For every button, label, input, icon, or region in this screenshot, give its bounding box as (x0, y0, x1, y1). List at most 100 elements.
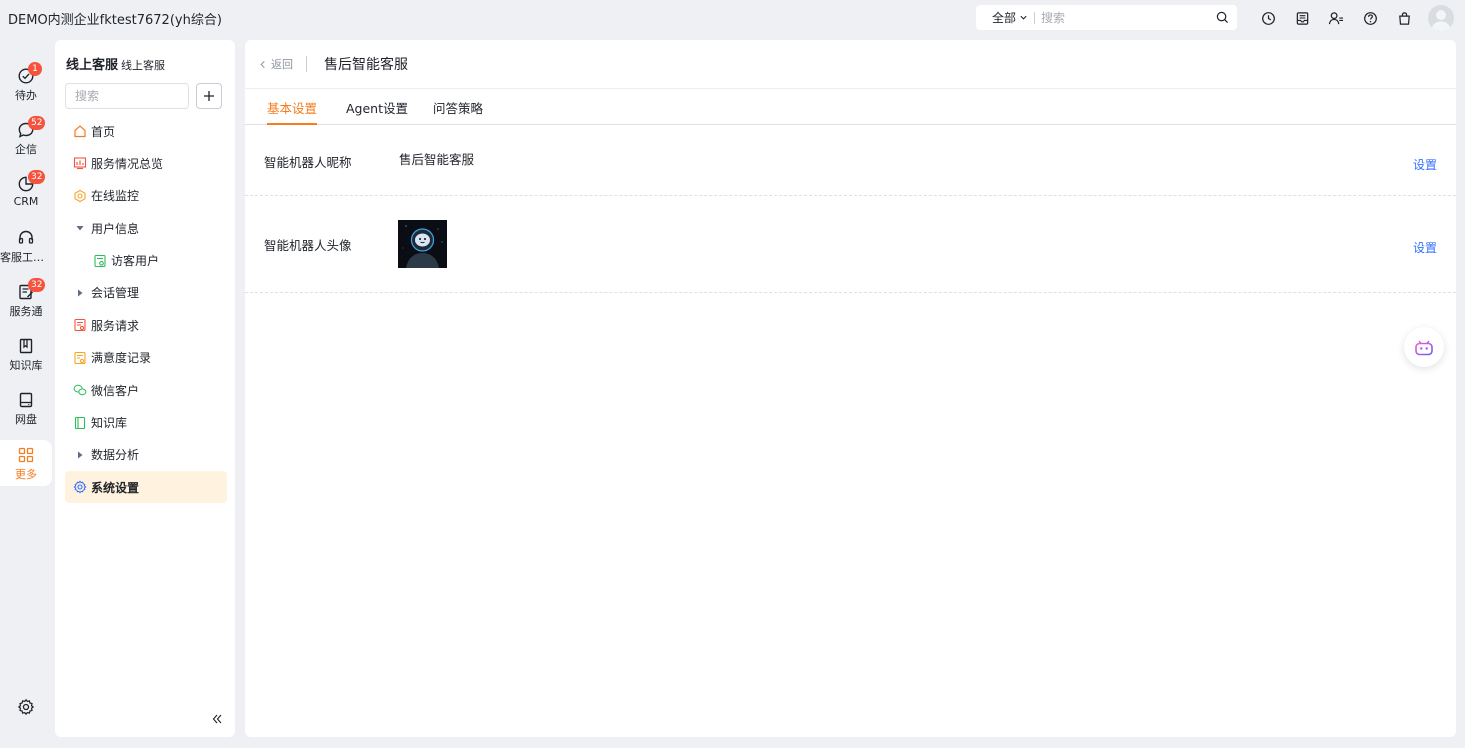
user-avatar[interactable] (1428, 5, 1454, 31)
wechat-icon (73, 383, 87, 397)
sidebar-item-overview[interactable]: 服务情况总览 (65, 147, 227, 179)
sidebar-item-monitor[interactable]: 在线监控 (65, 180, 227, 212)
rail-item-more[interactable]: 更多 (0, 440, 52, 486)
sidebar-item-label: 服务请求 (91, 318, 140, 333)
setting-row-nickname: 智能机器人昵称 售后智能客服 设置 (245, 126, 1456, 196)
request-icon (73, 318, 87, 332)
module-sidebar: 线上客服 线上客服 搜索 首页 服务情况总览 在线监控 用户信息 访客用户 会话管… (55, 40, 235, 737)
gear-icon (73, 480, 87, 494)
search-scope-select[interactable]: 全部 (976, 9, 1028, 26)
sidebar-item-label: 满意度记录 (91, 351, 152, 366)
tab-qa-strategy[interactable]: 问答策略 (433, 98, 483, 125)
ai-assistant-button[interactable] (1404, 327, 1444, 367)
rail-item-message[interactable]: 企信 52 (0, 113, 52, 165)
sidebar-item-label: 服务情况总览 (91, 156, 164, 171)
sidebar-item-label: 访客用户 (111, 254, 160, 269)
rail-item-crm[interactable]: CRM 32 (0, 167, 52, 219)
set-nickname-link[interactable]: 设置 (1413, 156, 1437, 173)
back-button[interactable]: 返回 (259, 56, 293, 72)
sidebar-item-label: 会话管理 (91, 286, 140, 301)
rail-label: 客服工作台 (0, 251, 52, 264)
sidebar-item-user-info[interactable]: 用户信息 (65, 212, 227, 244)
search-input[interactable]: 搜索 (1041, 9, 1237, 26)
rail-item-service-desk[interactable]: 客服工作台 (0, 221, 52, 273)
robot-avatar-image (398, 220, 447, 268)
sidebar-item-label: 知识库 (91, 416, 128, 431)
chevron-down-icon (1019, 11, 1028, 25)
sidebar-item-home[interactable]: 首页 (65, 115, 227, 147)
tab-agent-settings[interactable]: Agent设置 (346, 98, 408, 125)
header-divider (306, 56, 307, 72)
add-button[interactable] (196, 83, 222, 109)
sidebar-title: 线上客服 线上客服 (66, 54, 165, 73)
help-icon[interactable] (1360, 8, 1380, 28)
plus-icon (204, 91, 214, 101)
caret-right-icon (73, 286, 87, 300)
rail-label: CRM (13, 195, 39, 208)
rail-label: 网盘 (15, 413, 37, 426)
notification-badge: 1 (28, 62, 42, 76)
caret-down-icon (73, 221, 87, 235)
sidebar-item-wechat[interactable]: 微信客户 (65, 374, 227, 406)
sidebar-title-text: 线上客服 (66, 58, 119, 73)
notification-badge: 52 (28, 116, 46, 130)
settings-tabs: 基本设置 Agent设置 问答策略 (245, 89, 1456, 125)
rail-label: 待办 (15, 89, 37, 102)
sidebar-item-system-settings[interactable]: 系统设置 (65, 471, 227, 504)
sidebar-item-label: 在线监控 (91, 189, 140, 204)
sidebar-item-visitor[interactable]: 访客用户 (65, 245, 227, 277)
top-bar: DEMO内测企业fktest7672(yh综合) 全部 搜索 (0, 0, 1465, 36)
rail-item-disk[interactable]: 网盘 (0, 383, 52, 435)
sidebar-item-label: 微信客户 (91, 383, 140, 398)
search-divider (1034, 11, 1036, 24)
inbox-icon[interactable] (1292, 8, 1312, 28)
sidebar-item-label: 用户信息 (91, 221, 140, 236)
sidebar-search-input[interactable]: 搜索 (65, 83, 189, 109)
rail-item-knowledge[interactable]: 知识库 (0, 329, 52, 381)
chart-icon (73, 156, 87, 170)
disk-icon (19, 392, 33, 408)
grid-icon (18, 447, 34, 463)
sidebar-item-label: 系统设置 (91, 480, 140, 495)
setting-label: 智能机器人头像 (264, 238, 352, 253)
clock-icon[interactable] (1258, 8, 1278, 28)
set-avatar-link[interactable]: 设置 (1413, 239, 1437, 256)
monitor-icon (73, 189, 87, 203)
setting-label: 智能机器人昵称 (264, 155, 352, 170)
sidebar-item-label: 数据分析 (91, 448, 140, 463)
sidebar-nav: 首页 服务情况总览 在线监控 用户信息 访客用户 会话管理 服务请求 满意度记录… (65, 115, 227, 504)
rail-item-todo[interactable]: 待办 1 (0, 59, 52, 111)
bag-icon[interactable] (1394, 8, 1414, 28)
contacts-icon[interactable] (1326, 8, 1346, 28)
sidebar-item-satisfaction[interactable]: 满意度记录 (65, 342, 227, 374)
global-search[interactable]: 全部 搜索 (976, 5, 1237, 30)
book-icon (19, 338, 33, 354)
caret-right-icon (73, 448, 87, 462)
rail-label: 更多 (15, 468, 37, 481)
sidebar-item-analytics[interactable]: 数据分析 (65, 439, 227, 471)
app-rail: 待办 1 企信 52 CRM 32 客服工作台 服务通 32 知识库 网盘 更多 (0, 40, 55, 748)
rail-label: 服务通 (9, 305, 43, 318)
sidebar-subtitle: 线上客服 (121, 59, 166, 72)
main-panel: 返回 售后智能客服 基本设置 Agent设置 问答策略 智能机器人昵称 售后智能… (245, 40, 1456, 737)
chevron-left-icon (260, 60, 265, 68)
sidebar-item-label: 首页 (91, 124, 116, 139)
company-name: DEMO内测企业fktest7672(yh综合) (8, 13, 222, 28)
satisfaction-icon (73, 351, 87, 365)
page-header: 返回 售后智能客服 (245, 40, 1456, 89)
rail-label: 企信 (15, 143, 37, 156)
search-icon[interactable] (1216, 11, 1229, 27)
robot-nickname-value: 售后智能客服 (399, 152, 475, 167)
page-title: 售后智能客服 (324, 57, 408, 73)
visitor-icon (93, 254, 107, 268)
tab-basic-settings[interactable]: 基本设置 (267, 98, 318, 125)
settings-gear-icon[interactable] (17, 698, 35, 716)
sidebar-item-knowledge[interactable]: 知识库 (65, 407, 227, 439)
bot-icon (1415, 340, 1433, 356)
collapse-sidebar-icon[interactable] (211, 713, 223, 725)
headset-icon (18, 230, 34, 244)
sidebar-item-session[interactable]: 会话管理 (65, 277, 227, 309)
search-scope-label: 全部 (992, 11, 1017, 25)
rail-item-service-pass[interactable]: 服务通 32 (0, 275, 52, 327)
sidebar-item-request[interactable]: 服务请求 (65, 309, 227, 341)
